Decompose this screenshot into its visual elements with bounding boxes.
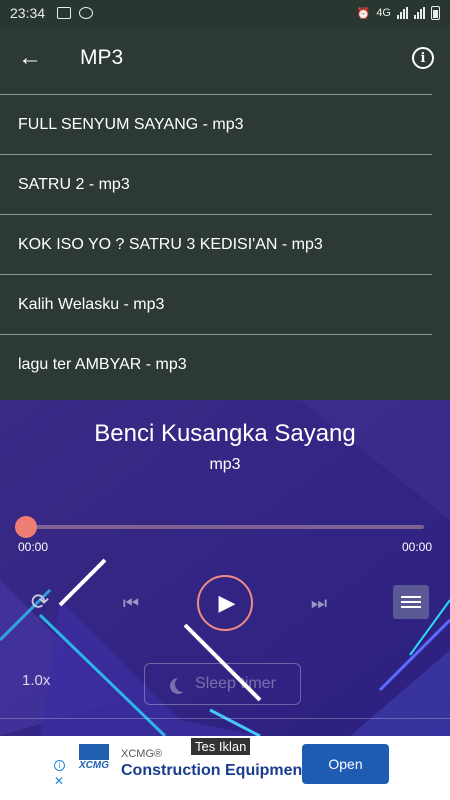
list-icon-line <box>401 606 421 608</box>
app-bar: ← MP3 i <box>0 26 450 90</box>
list-item-label: SATRU 2 - mp3 <box>18 175 130 193</box>
ad-open-button[interactable]: Open <box>302 744 389 784</box>
list-item[interactable]: FULL SENYUM SAYANG - mp3 <box>0 94 432 154</box>
song-title: Benci Kusangka Sayang <box>94 420 356 447</box>
gallery-notification-icon <box>57 7 72 19</box>
ad-banner[interactable]: Tes Iklan i ✕ XCMG XCMG® Construction Eq… <box>0 736 450 800</box>
player-panel: Benci Kusangka Sayang mp3 00:00 00:00 ⟳ … <box>0 400 450 736</box>
skip-previous-icon: ⏮ <box>122 592 140 613</box>
play-icon: ▶ <box>218 590 236 615</box>
list-item-label: KOK ISO YO ? SATRU 3 KEDISI'AN - mp3 <box>18 235 323 253</box>
repeat-button[interactable]: ⟳ <box>22 586 58 618</box>
moon-icon <box>175 676 191 692</box>
next-button[interactable]: ⏭ <box>304 588 334 618</box>
status-bar: 23:34 ⏰ 4G <box>0 0 450 26</box>
ad-headline: Construction Equipment <box>121 762 308 779</box>
song-subtitle: mp3 <box>209 456 241 473</box>
ad-info-icon[interactable]: i <box>54 760 65 771</box>
seek-thumb[interactable] <box>15 516 37 538</box>
list-item-label: lagu ter AMBYAR - mp3 <box>18 355 187 373</box>
list-item[interactable]: lagu ter AMBYAR - mp3 <box>0 334 432 394</box>
status-time: 23:34 <box>10 5 46 21</box>
music-notification-icon <box>79 7 94 19</box>
seek-bar[interactable] <box>26 525 424 529</box>
sleep-timer-label: Sleep timer <box>195 675 276 692</box>
list-item[interactable]: SATRU 2 - mp3 <box>0 154 432 214</box>
divider <box>0 718 450 719</box>
signal-icon <box>397 7 408 19</box>
repeat-icon: ⟳ <box>30 589 50 614</box>
battery-icon <box>431 6 440 20</box>
list-item-label: FULL SENYUM SAYANG - mp3 <box>18 115 244 133</box>
list-item[interactable]: KOK ISO YO ? SATRU 3 KEDISI'AN - mp3 <box>0 214 432 274</box>
ad-close-icon[interactable]: ✕ <box>54 774 64 788</box>
network-type: 4G <box>376 7 391 19</box>
ad-test-label: Tes Iklan <box>191 738 251 755</box>
previous-button[interactable]: ⏮ <box>116 588 146 618</box>
speed-button[interactable]: 1.0x <box>22 672 50 689</box>
ad-brand: XCMG® <box>121 748 163 760</box>
info-icon[interactable]: i <box>412 47 434 69</box>
back-button[interactable]: ← <box>0 26 60 90</box>
page-title: MP3 <box>80 46 124 69</box>
arrow-left-icon: ← <box>18 44 42 71</box>
list-icon-line <box>401 601 421 603</box>
playlist-button[interactable] <box>393 585 429 619</box>
skip-next-icon: ⏭ <box>310 592 328 613</box>
elapsed-time: 00:00 <box>18 540 49 554</box>
list-icon <box>401 596 421 598</box>
ad-logo-text: XCMG <box>79 760 109 771</box>
song-list: FULL SENYUM SAYANG - mp3 SATRU 2 - mp3 K… <box>0 94 450 394</box>
alarm-icon: ⏰ <box>356 7 371 20</box>
play-button[interactable]: ▶ <box>197 575 253 631</box>
duration-time: 00:00 <box>401 540 432 554</box>
ad-logo: XCMG <box>72 744 116 784</box>
signal-icon-2 <box>414 7 425 19</box>
sleep-timer-button[interactable]: Sleep timer <box>144 663 301 705</box>
list-item[interactable]: Kalih Welasku - mp3 <box>0 274 432 334</box>
list-item-label: Kalih Welasku - mp3 <box>18 295 165 313</box>
